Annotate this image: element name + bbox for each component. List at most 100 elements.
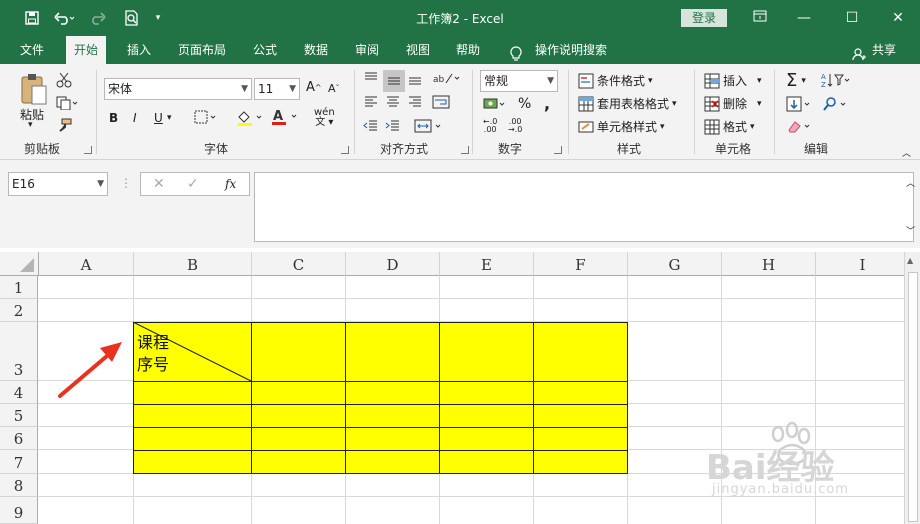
tab-formulas[interactable]: 公式: [253, 36, 277, 64]
tab-data[interactable]: 数据: [304, 36, 328, 64]
chevron-down-icon[interactable]: ▼: [547, 71, 554, 91]
conditional-formatting-button[interactable]: 条件格式 ▾: [578, 72, 653, 89]
number-format-box[interactable]: 常规 ▼: [480, 70, 558, 92]
maximize-button[interactable]: ☐: [832, 6, 872, 30]
font-name-value: 宋体: [108, 82, 133, 96]
decrease-indent-icon[interactable]: [363, 118, 379, 134]
tab-help[interactable]: 帮助: [456, 36, 480, 64]
tab-view[interactable]: 视图: [406, 36, 430, 64]
minimize-button[interactable]: —: [784, 6, 824, 30]
font-name-box[interactable]: 宋体 ▼: [104, 78, 252, 100]
insert-function-button[interactable]: fx: [225, 173, 236, 195]
autosum-icon[interactable]: Σ ▾: [786, 70, 806, 91]
bold-button[interactable]: B: [109, 111, 118, 125]
drag-handle-icon[interactable]: ⋮: [120, 176, 132, 190]
italic-button[interactable]: I: [133, 111, 137, 125]
clipboard-group-label: 剪贴板: [24, 142, 61, 156]
tab-insert[interactable]: 插入: [127, 36, 151, 64]
cell-styles-label: 单元格样式: [597, 120, 658, 134]
cell-styles-icon: [578, 121, 594, 132]
chevron-down-icon[interactable]: ▼: [97, 173, 104, 195]
format-cells-button[interactable]: 格式 ▾: [704, 118, 755, 135]
name-box[interactable]: E16 ▼: [8, 172, 108, 196]
paste-dropdown-icon[interactable]: ▾: [28, 120, 33, 130]
collapse-ribbon-icon[interactable]: ︿: [902, 146, 911, 159]
tab-home[interactable]: 开始: [66, 36, 107, 64]
format-cells-icon: [704, 119, 720, 134]
tell-me-search[interactable]: 操作说明搜索: [535, 36, 607, 64]
font-launcher-icon[interactable]: [341, 146, 349, 154]
percent-button[interactable]: %: [518, 96, 531, 112]
enter-icon[interactable]: ✓: [187, 173, 199, 195]
clear-icon[interactable]: [786, 118, 814, 134]
format-cells-label: 格式: [723, 120, 748, 134]
underline-button[interactable]: U: [154, 111, 163, 125]
delete-cells-button[interactable]: 删除 ▾: [704, 95, 762, 112]
login-button[interactable]: 登录: [681, 9, 727, 27]
align-right-icon[interactable]: [407, 94, 423, 110]
conditional-formatting-label: 条件格式: [597, 74, 646, 88]
number-launcher-icon[interactable]: [554, 146, 562, 154]
cell-b3[interactable]: 课程 序号: [137, 332, 169, 376]
cell-styles-button[interactable]: 单元格样式 ▾: [578, 118, 665, 135]
font-size-box[interactable]: 11 ▼: [254, 78, 300, 100]
wrap-text-icon[interactable]: [432, 94, 450, 110]
clipboard-launcher-icon[interactable]: [84, 146, 92, 154]
tab-review[interactable]: 审阅: [355, 36, 379, 64]
comma-button[interactable]: ,: [544, 94, 550, 113]
cancel-icon[interactable]: ✕: [153, 173, 165, 195]
svg-text:A: A: [821, 73, 826, 81]
close-button[interactable]: ✕: [878, 6, 918, 30]
copy-icon[interactable]: [56, 96, 78, 110]
orientation-icon[interactable]: ab: [432, 70, 462, 86]
font-size-value: 11: [258, 82, 274, 96]
tab-page-layout[interactable]: 页面布局: [178, 36, 226, 64]
share-button[interactable]: 共享: [872, 36, 896, 64]
accounting-format-icon[interactable]: [483, 96, 507, 112]
borders-icon[interactable]: [194, 110, 218, 124]
expand-formula-icon[interactable]: ﹀: [906, 224, 915, 237]
chevron-down-icon[interactable]: ▼: [289, 79, 296, 99]
separator: [694, 70, 695, 154]
find-select-icon[interactable]: [822, 96, 850, 112]
delete-cells-label: 删除: [723, 97, 748, 111]
paste-icon[interactable]: [16, 70, 52, 108]
align-middle-icon[interactable]: [383, 70, 405, 92]
font-color-icon[interactable]: A: [270, 108, 300, 126]
lightbulb-icon: [510, 43, 524, 61]
alignment-launcher-icon[interactable]: [461, 146, 469, 154]
phonetic-icon[interactable]: wén 文 ▾: [314, 108, 335, 128]
svg-text:ab: ab: [433, 75, 445, 85]
merge-center-icon[interactable]: [414, 118, 444, 134]
insert-cells-button[interactable]: 插入 ▾: [704, 72, 762, 89]
chevron-down-icon[interactable]: ▼: [241, 79, 248, 99]
delete-cells-icon: [704, 96, 720, 111]
format-painter-icon[interactable]: [56, 118, 72, 134]
ribbon-display-icon[interactable]: [740, 6, 780, 30]
styles-group-label: 样式: [617, 142, 642, 156]
format-as-table-button[interactable]: 套用表格格式 ▾: [578, 95, 677, 112]
underline-dropdown-icon[interactable]: ▾: [167, 113, 172, 123]
align-left-icon[interactable]: [363, 94, 379, 110]
fill-color-icon[interactable]: [236, 109, 264, 127]
align-top-icon[interactable]: [363, 70, 379, 86]
increase-font-icon[interactable]: A ^: [306, 80, 322, 95]
sort-filter-icon[interactable]: AZ: [820, 72, 850, 88]
increase-decimal-icon[interactable]: ←.0.00: [483, 118, 497, 134]
decrease-decimal-icon[interactable]: .00 →.0: [508, 118, 522, 134]
decrease-font-icon[interactable]: Aˇ: [328, 82, 340, 95]
conditional-format-icon: [578, 73, 594, 88]
collapse-formula-icon[interactable]: ︿: [906, 176, 915, 189]
align-center-icon[interactable]: [385, 94, 401, 110]
cut-icon[interactable]: [56, 72, 72, 88]
insert-cells-icon: [704, 73, 720, 88]
scroll-up-icon[interactable]: ▲: [907, 256, 913, 265]
editing-group-label: 编辑: [804, 142, 829, 156]
excel-window: ▾ 工作簿2 - Excel 登录 — ☐ ✕ 文件 开始 插入 页面布局 公式…: [0, 0, 920, 524]
formula-input[interactable]: [254, 172, 914, 242]
ribbon-tabs: 文件 开始 插入 页面布局 公式 数据 审阅 视图 帮助 操作说明搜索 共享: [0, 36, 920, 64]
align-bottom-icon[interactable]: [407, 70, 423, 86]
tab-file[interactable]: 文件: [20, 36, 44, 64]
increase-indent-icon[interactable]: [385, 118, 401, 134]
fill-icon[interactable]: [786, 96, 814, 112]
